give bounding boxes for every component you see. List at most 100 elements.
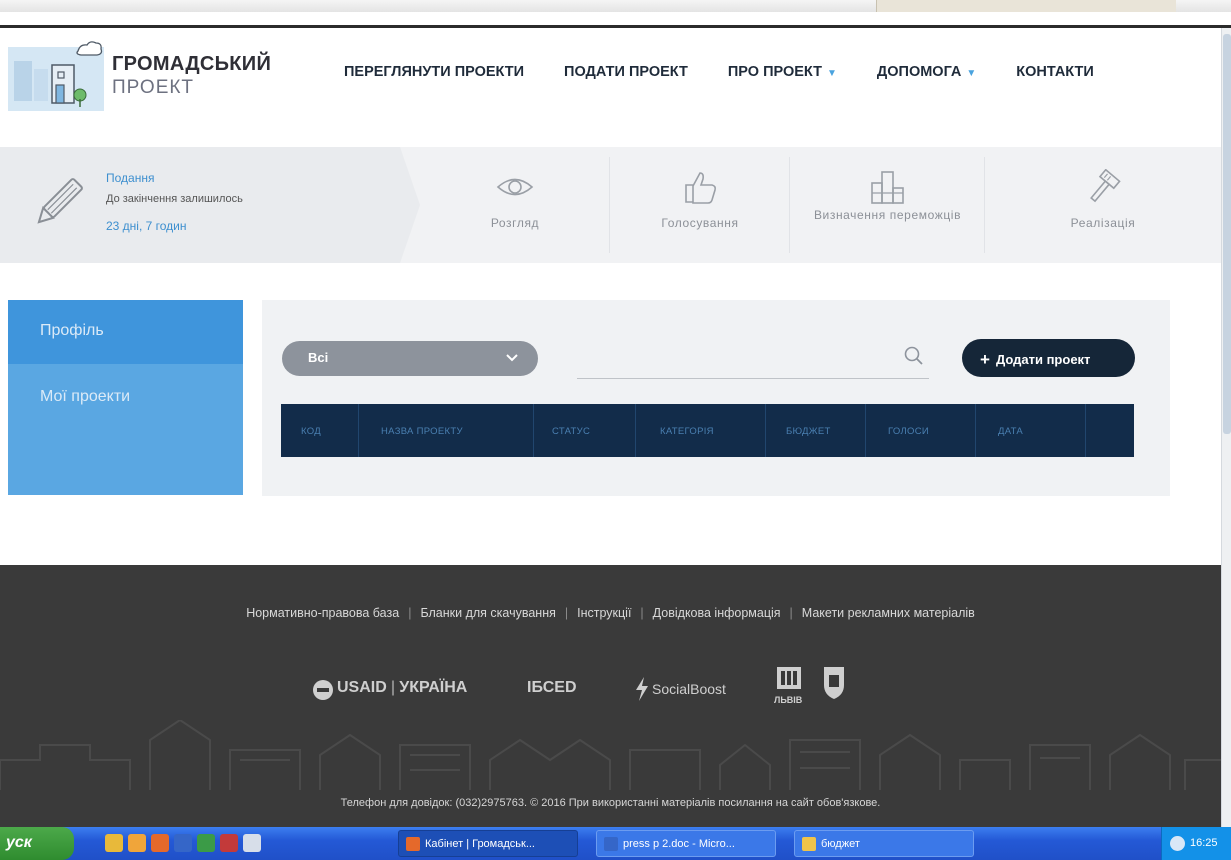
stage-winners: Визначення переможців bbox=[790, 147, 985, 263]
column-header-votes[interactable]: ГОЛОСИ bbox=[866, 404, 976, 457]
chevron-down-icon bbox=[506, 354, 518, 362]
search-input[interactable] bbox=[577, 346, 897, 374]
column-header-category[interactable]: КАТЕГОРІЯ bbox=[636, 404, 766, 457]
footer-divider: | bbox=[408, 606, 412, 620]
nav-contacts[interactable]: КОНТАКТИ bbox=[1016, 64, 1094, 80]
nav-submit-project[interactable]: ПОДАТИ ПРОЕКТ bbox=[564, 64, 688, 80]
project-stages: Подання До закінчення залишилось 23 дні,… bbox=[0, 147, 1221, 263]
plus-icon: + bbox=[980, 350, 990, 369]
taskbar-item-label: бюджет bbox=[821, 838, 860, 850]
footer-link-ad-materials[interactable]: Макети рекламних матеріалів bbox=[802, 606, 975, 620]
footer-divider: | bbox=[640, 606, 644, 620]
stage-label: Визначення переможців bbox=[813, 208, 962, 222]
chevron-down-icon: ▼ bbox=[827, 68, 837, 79]
stage-arrow bbox=[400, 147, 420, 263]
footer-copyright: Телефон для довідок: (032)2975763. © 201… bbox=[340, 797, 881, 809]
sidebar-item-my-projects[interactable]: Мої проекти bbox=[8, 366, 243, 430]
partner-divider: | bbox=[390, 679, 396, 696]
start-label: уск bbox=[6, 834, 32, 851]
folder-icon bbox=[802, 837, 816, 851]
nav-view-projects[interactable]: ПЕРЕГЛЯНУТИ ПРОЕКТИ bbox=[344, 64, 524, 80]
footer-link-forms[interactable]: Бланки для скачування bbox=[420, 606, 555, 620]
projects-table-header: КОД НАЗВА ПРОЕКТУ СТАТУС КАТЕГОРІЯ БЮДЖЕ… bbox=[281, 404, 1134, 457]
stage-label: Реалізація bbox=[1070, 216, 1136, 230]
folder-icon[interactable] bbox=[128, 834, 146, 852]
nav-label: ПЕРЕГЛЯНУТИ ПРОЕКТИ bbox=[344, 64, 525, 80]
taskbar-item-browser[interactable]: Кабінет | Громадськ... bbox=[398, 830, 578, 857]
nav-help[interactable]: ДОПОМОГА ▼ bbox=[877, 64, 976, 80]
podium-icon bbox=[871, 171, 904, 204]
logo-icon bbox=[8, 41, 104, 111]
lightning-icon bbox=[636, 677, 648, 701]
taskbar-item-folder[interactable]: бюджет bbox=[794, 830, 974, 857]
footer-link-instructions[interactable]: Інструкції bbox=[577, 606, 631, 620]
partner-isced[interactable]: ІБСЕD bbox=[527, 679, 577, 697]
browser-tab[interactable] bbox=[876, 0, 1176, 12]
system-tray: 16:25 bbox=[1161, 827, 1231, 860]
pencil-icon bbox=[37, 178, 83, 224]
word-icon[interactable] bbox=[174, 834, 192, 852]
browser-icon[interactable] bbox=[151, 834, 169, 852]
search-underline bbox=[577, 378, 929, 379]
sidebar-item-label: Профіль bbox=[40, 322, 104, 339]
usaid-seal-icon bbox=[313, 680, 333, 700]
main-nav: ПЕРЕГЛЯНУТИ ПРОЕКТИ ПОДАТИ ПРОЕКТ ПРО ПР… bbox=[344, 64, 1094, 80]
stage-current-name: Подання bbox=[106, 171, 155, 185]
chevron-down-icon: ▼ bbox=[966, 68, 977, 79]
stage-label: Розгляд bbox=[490, 216, 540, 230]
column-header-name[interactable]: НАЗВА ПРОЕКТУ bbox=[359, 404, 534, 457]
sidebar-item-profile[interactable]: Профіль bbox=[8, 300, 243, 364]
search-icon[interactable] bbox=[902, 344, 926, 368]
stage-review: Розгляд bbox=[420, 147, 610, 263]
column-header-budget[interactable]: БЮДЖЕТ bbox=[766, 404, 866, 457]
stage-implementation: Реалізація bbox=[985, 147, 1221, 263]
nav-label: ДОПОМОГА bbox=[876, 64, 962, 80]
status-filter-value: Всі bbox=[308, 350, 329, 365]
city-skyline-decoration bbox=[0, 720, 1221, 790]
nav-label: КОНТАКТИ bbox=[1016, 64, 1094, 80]
app-icon[interactable] bbox=[243, 834, 261, 852]
add-project-label: Додати проект bbox=[995, 352, 1091, 367]
partner-usaid[interactable]: USAID | УКРАЇНА bbox=[337, 679, 467, 697]
taskbar-item-word[interactable]: press p 2.doc - Micro... bbox=[596, 830, 776, 857]
clock[interactable]: 16:25 bbox=[1190, 837, 1218, 849]
stage-current: Подання До закінчення залишилось 23 дні,… bbox=[0, 147, 420, 263]
partner-usaid-text: USAID bbox=[337, 679, 387, 696]
stage-remaining-label: До закінчення залишилось bbox=[106, 193, 243, 205]
partner-logos: USAID | УКРАЇНА ІБСЕD SocialBoost ЛЬВІВ bbox=[312, 665, 872, 715]
column-header-status[interactable]: СТАТУС bbox=[534, 404, 636, 457]
taskbar-item-label: Кабінет | Громадськ... bbox=[425, 838, 535, 850]
nav-about-project[interactable]: ПРО ПРОЕКТ ▼ bbox=[728, 64, 837, 80]
stage-remaining-time: 23 дні, 7 годин bbox=[106, 219, 187, 233]
site-logo[interactable] bbox=[8, 39, 104, 111]
partner-socialboost-text: SocialBoost bbox=[652, 681, 726, 697]
partner-socialboost[interactable]: SocialBoost bbox=[652, 681, 726, 697]
footer-link-legal[interactable]: Нормативно-правова база bbox=[246, 606, 399, 620]
column-header-code[interactable]: КОД bbox=[281, 404, 359, 457]
start-button[interactable]: уск bbox=[0, 827, 74, 860]
quicklaunch-icon[interactable] bbox=[105, 834, 123, 852]
site-footer: Нормативно-правова база | Бланки для скачу… bbox=[0, 565, 1221, 827]
spreadsheet-icon[interactable] bbox=[197, 834, 215, 852]
status-filter-select[interactable]: Всі bbox=[282, 341, 538, 376]
brand-title[interactable]: ГРОМАДСЬКИЙ bbox=[112, 53, 271, 76]
site-header: ГРОМАДСЬКИЙ ПРОЕКТ ПЕРЕГЛЯНУТИ ПРОЕКТИ П… bbox=[0, 31, 1221, 127]
brand-subtitle[interactable]: ПРОЕКТ bbox=[112, 77, 194, 99]
footer-link-reference[interactable]: Довідкова інформація bbox=[653, 606, 781, 620]
account-sidebar: Профіль Мої проекти bbox=[8, 300, 243, 495]
column-header-date[interactable]: ДАТА bbox=[976, 404, 1086, 457]
coat-of-arms-icon bbox=[824, 667, 844, 699]
scrollbar-thumb[interactable] bbox=[1223, 34, 1231, 434]
sidebar-item-label: Мої проекти bbox=[40, 388, 131, 405]
browser-chrome bbox=[0, 0, 1231, 28]
thumbs-up-icon bbox=[685, 172, 716, 204]
partner-lviv[interactable]: ЛЬВІВ bbox=[774, 695, 802, 705]
page-scrollbar[interactable] bbox=[1221, 28, 1231, 828]
browser-icon bbox=[406, 837, 420, 851]
speaker-icon[interactable] bbox=[1170, 836, 1185, 851]
add-project-button[interactable]: + Додати проект bbox=[962, 339, 1135, 377]
stage-label: Голосування bbox=[661, 216, 739, 230]
app-icon[interactable] bbox=[220, 834, 238, 852]
hammer-icon bbox=[1090, 169, 1121, 203]
footer-divider: | bbox=[789, 606, 793, 620]
